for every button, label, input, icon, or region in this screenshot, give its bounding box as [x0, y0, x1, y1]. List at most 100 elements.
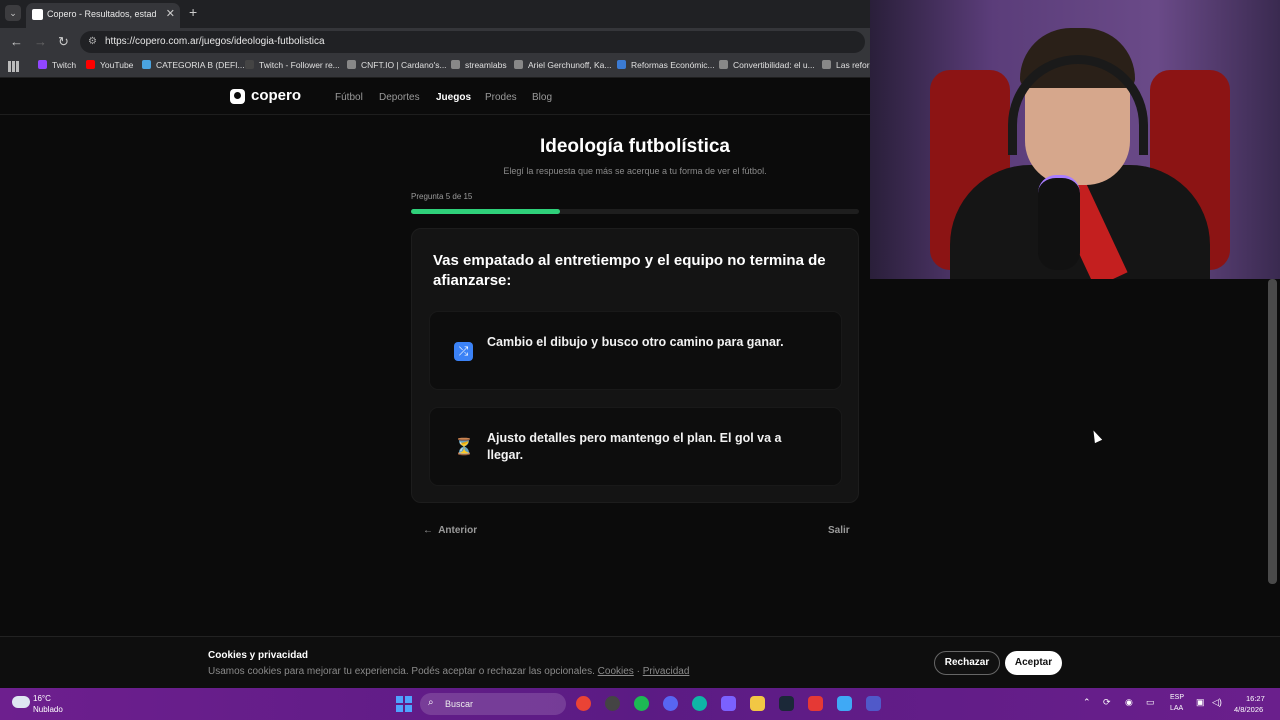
bookmark-favicon-icon	[617, 60, 626, 69]
tab-search-icon[interactable]: ⌄	[5, 5, 21, 21]
taskbar-search[interactable]: ⌕ Buscar	[420, 693, 566, 715]
weather-condition[interactable]: Nublado	[33, 705, 63, 714]
bookmark-favicon-icon	[142, 60, 151, 69]
address-bar[interactable]: ⚙ https://copero.com.ar/juegos/ideologia…	[80, 31, 865, 53]
app-red-icon[interactable]	[808, 696, 823, 711]
tab-title: Copero - Resultados, estadístic	[47, 9, 157, 19]
bookmark-favicon-icon	[245, 60, 254, 69]
bookmark-label: CNFT.IO | Cardano's...	[361, 60, 447, 70]
teams-icon[interactable]	[866, 696, 881, 711]
calculator-icon[interactable]	[721, 696, 736, 711]
microphone-tray-icon[interactable]: ◉	[1125, 697, 1133, 708]
bookmark-favicon-icon	[347, 60, 356, 69]
cookies-link[interactable]: Cookies	[598, 666, 634, 677]
chrome-icon[interactable]	[576, 696, 591, 711]
cookie-separator: ·	[636, 666, 640, 677]
chevron-up-icon[interactable]: ⌃	[1083, 697, 1091, 708]
edge-icon[interactable]	[692, 696, 707, 711]
shuffle-icon: ⤮	[454, 342, 473, 361]
webcam-overlay	[870, 0, 1280, 279]
site-navbar: copero Fútbol Deportes Juegos Prodes Blo…	[0, 79, 870, 115]
tab-close-icon[interactable]: ✕	[166, 7, 175, 20]
quiz-progress-bar	[411, 209, 859, 214]
bookmark-favicon-icon	[822, 60, 831, 69]
bookmark-item[interactable]: CATEGORIA B (DEFI...	[142, 60, 245, 70]
new-tab-icon[interactable]: +	[189, 4, 197, 20]
url-text[interactable]: https://copero.com.ar/juegos/ideologia-f…	[105, 36, 325, 47]
nav-link-blog[interactable]: Blog	[532, 92, 552, 103]
hourglass-icon: ⏳	[454, 439, 474, 456]
bookmark-label: Reformas Económic...	[631, 60, 715, 70]
bookmark-item[interactable]: Ariel Gerchunoff, Ka...	[514, 60, 611, 70]
reject-cookies-button[interactable]: Rechazar	[934, 651, 1000, 675]
clock-date[interactable]: 4/8/2026	[1234, 705, 1263, 714]
apps-grid-icon[interactable]	[8, 61, 19, 72]
site-brand[interactable]: copero	[251, 87, 301, 104]
back-icon[interactable]: ←	[10, 34, 23, 49]
bookmark-label: Las refor	[836, 60, 870, 70]
cookie-text: Usamos cookies para mejorar tu experienc…	[208, 666, 689, 677]
bookmark-label: CATEGORIA B (DEFI...	[156, 60, 245, 70]
forward-icon[interactable]: →	[34, 34, 47, 49]
bookmark-item[interactable]: Twitch - Follower re...	[245, 60, 340, 70]
steam-icon[interactable]	[779, 696, 794, 711]
language-indicator[interactable]: ESP	[1170, 694, 1184, 701]
previous-button[interactable]: ← Anterior	[423, 525, 477, 536]
bookmark-label: YouTube	[100, 60, 134, 70]
nav-link-deportes[interactable]: Deportes	[379, 92, 420, 103]
browser-tabstrip: ⌄ Copero - Resultados, estadístic ✕ +	[0, 0, 870, 28]
bookmark-item[interactable]: Las refor	[822, 60, 870, 70]
bookmark-item[interactable]: YouTube	[86, 60, 133, 70]
bookmark-item[interactable]: Twitch	[38, 60, 76, 70]
sync-icon[interactable]: ⟳	[1103, 697, 1111, 708]
bookmark-label: streamlabs	[465, 60, 507, 70]
nav-link-juegos[interactable]: Juegos	[436, 92, 471, 103]
quiz-subtitle: Elegí la respuesta que más se acerque a …	[503, 166, 767, 176]
cookie-description: Usamos cookies para mejorar tu experienc…	[208, 666, 595, 677]
bookmark-item[interactable]: Reformas Económic...	[617, 60, 715, 70]
quiz-progress-fill	[411, 209, 561, 214]
bookmark-item[interactable]: streamlabs	[451, 60, 507, 70]
question-counter: Pregunta 5 de 15	[411, 192, 473, 201]
spotify-icon[interactable]	[634, 696, 649, 711]
weather-temperature[interactable]: 16°C	[33, 694, 51, 703]
layout-indicator[interactable]: LAA	[1170, 705, 1183, 712]
keyboard-icon[interactable]: ▭	[1146, 697, 1155, 708]
cookie-title: Cookies y privacidad	[208, 650, 309, 661]
privacy-link[interactable]: Privacidad	[643, 666, 690, 677]
bookmark-favicon-icon	[86, 60, 95, 69]
question-card: Vas empatado al entretiempo y el equipo …	[411, 228, 859, 503]
cloud-icon[interactable]	[12, 696, 30, 708]
bookmarks-bar: Twitch YouTube CATEGORIA B (DEFI... Twitch …	[0, 56, 870, 78]
clock-time[interactable]: 16:27	[1246, 694, 1265, 703]
question-text: Vas empatado al entretiempo y el equipo …	[433, 252, 826, 289]
windows-start-icon[interactable]	[396, 696, 412, 712]
microphone-icon	[1038, 175, 1080, 270]
page-scrollbar[interactable]	[1268, 279, 1277, 584]
bookmark-item[interactable]: Convertibilidad: el u...	[719, 60, 815, 70]
site-info-icon[interactable]: ⚙	[88, 36, 97, 47]
file-explorer-icon[interactable]	[750, 696, 765, 711]
exit-button[interactable]: Salir	[828, 525, 850, 536]
mouse-cursor-icon	[1089, 428, 1103, 444]
reload-icon[interactable]: ↻	[58, 34, 69, 50]
obs-icon[interactable]	[605, 696, 620, 711]
search-icon: ⌕	[428, 697, 434, 708]
accept-cookies-button[interactable]: Aceptar	[1005, 651, 1062, 675]
bookmark-favicon-icon	[719, 60, 728, 69]
answer-option-2[interactable]: ⏳ Ajusto detalles pero mantengo el plan.…	[429, 407, 842, 486]
copero-favicon-icon	[32, 9, 43, 20]
nav-link-futbol[interactable]: Fútbol	[335, 92, 363, 103]
volume-icon[interactable]: ◁)	[1212, 697, 1222, 708]
copero-logo-icon[interactable]	[230, 89, 245, 104]
answer-option-1[interactable]: ⤮ Cambio el dibujo y busco otro camino p…	[429, 311, 842, 390]
bookmark-label: Convertibilidad: el u...	[733, 60, 815, 70]
browser-tab-active[interactable]: Copero - Resultados, estadístic ✕	[26, 3, 180, 28]
previous-label: Anterior	[438, 525, 478, 536]
discord-icon[interactable]	[663, 696, 678, 711]
bookmark-item[interactable]: CNFT.IO | Cardano's...	[347, 60, 447, 70]
nav-link-prodes[interactable]: Prodes	[485, 92, 517, 103]
network-icon[interactable]: ▣	[1196, 697, 1205, 708]
bookmark-label: Twitch - Follower re...	[259, 60, 340, 70]
copilot-icon[interactable]	[837, 696, 852, 711]
